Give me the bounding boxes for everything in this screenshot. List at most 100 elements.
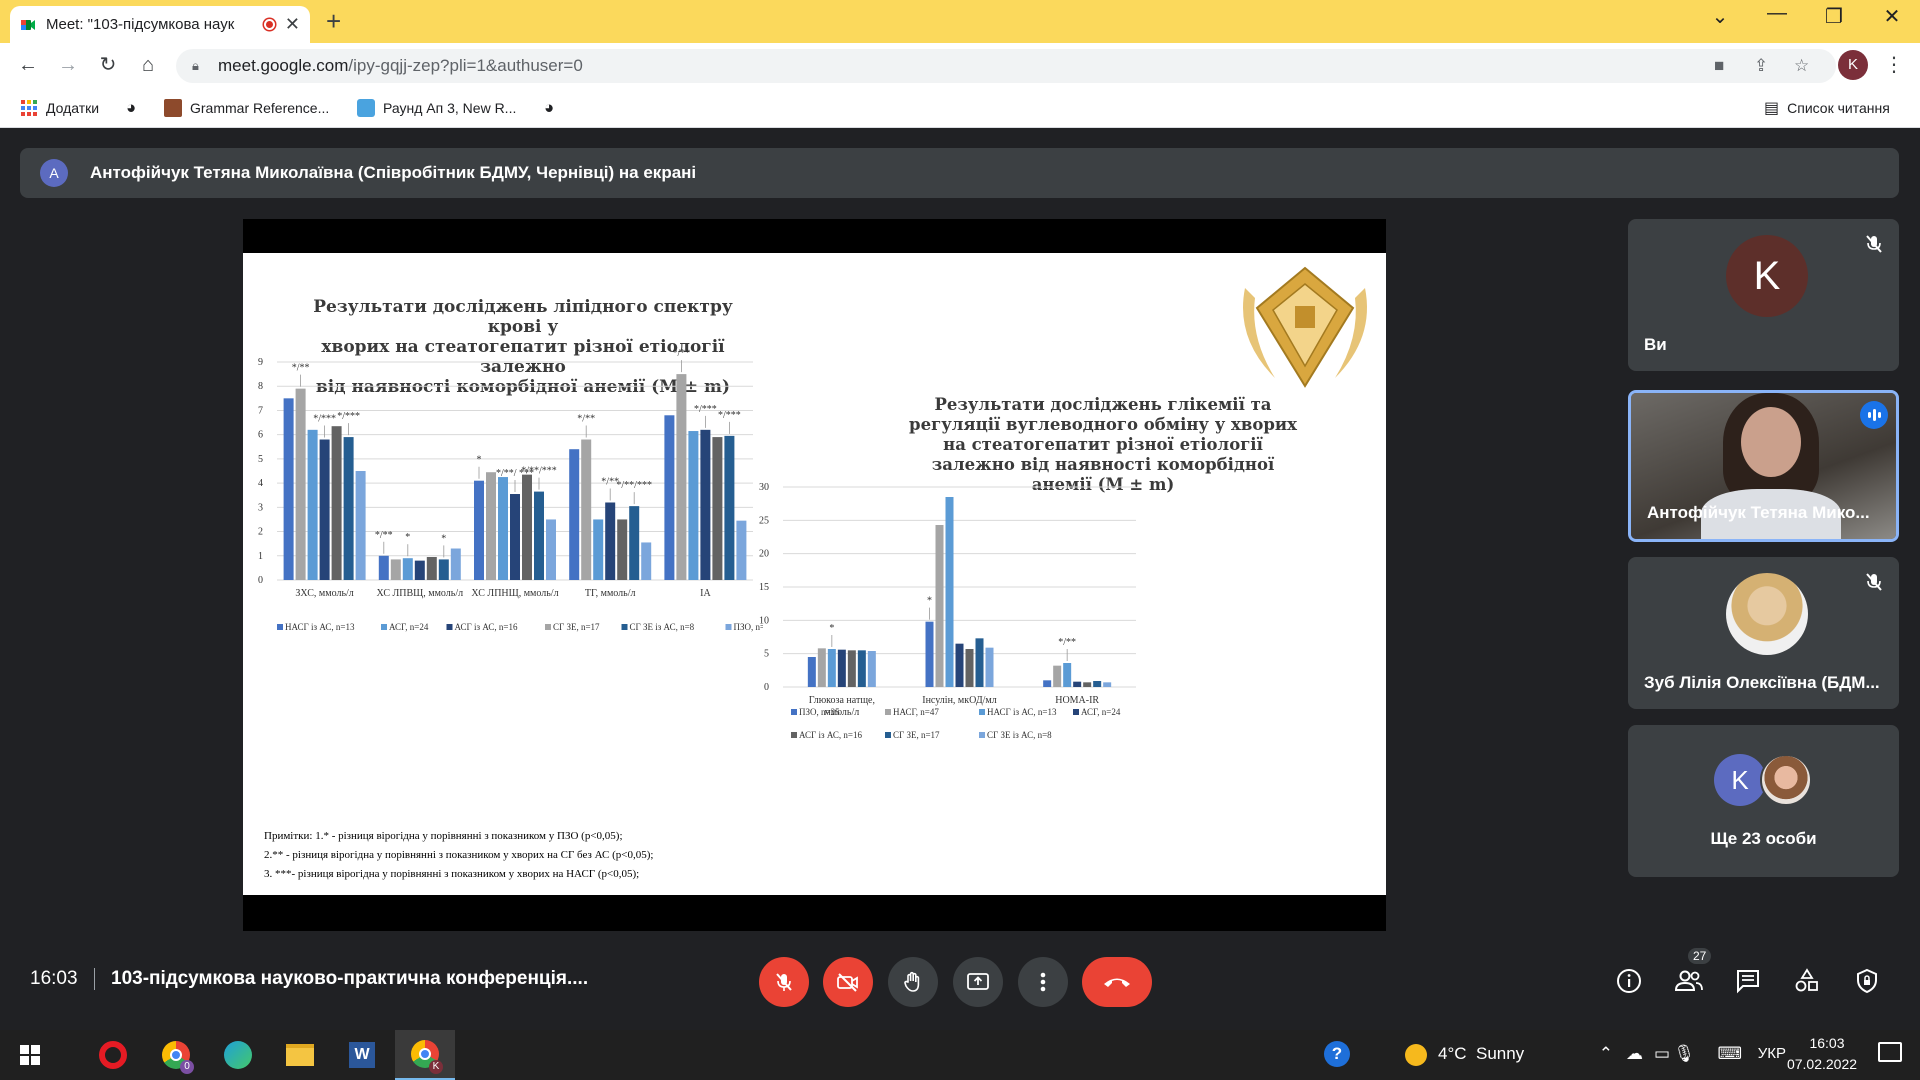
address-bar[interactable]: 🔒︎ meet.google.com/ipy-gqjj-zep?pli=1&au… bbox=[176, 49, 1836, 83]
y-tick-label: 30 bbox=[759, 482, 769, 493]
present-screen-button[interactable] bbox=[953, 957, 1003, 1007]
legend-label: СГ ЗЕ, n=17 bbox=[553, 622, 600, 632]
y-tick-label: 0 bbox=[258, 575, 263, 586]
taskbar-chrome-profile[interactable]: 0 bbox=[146, 1030, 206, 1080]
bar bbox=[569, 449, 580, 580]
meeting-details-button[interactable] bbox=[1614, 966, 1644, 996]
more-options-button[interactable] bbox=[1018, 957, 1068, 1007]
legend-label: НАСГ із АС, n=13 bbox=[987, 707, 1057, 717]
profile-avatar[interactable]: K bbox=[1838, 50, 1868, 80]
bar bbox=[331, 426, 342, 580]
bar bbox=[1103, 682, 1112, 687]
participants-button[interactable] bbox=[1674, 966, 1704, 996]
bookmark-roundup[interactable]: Раунд Ап 3, New R... bbox=[357, 88, 516, 128]
legend-label: АСГ, n=24 bbox=[1081, 707, 1121, 717]
bar bbox=[498, 477, 508, 580]
hand-icon bbox=[904, 971, 920, 992]
bar bbox=[712, 437, 723, 580]
taskbar-opera[interactable] bbox=[83, 1030, 143, 1080]
bar bbox=[688, 431, 699, 580]
start-button[interactable] bbox=[0, 1030, 60, 1080]
bar bbox=[1083, 682, 1092, 687]
camera-toggle-button[interactable] bbox=[823, 957, 873, 1007]
browser-tab-meet[interactable]: Meet: "103-підсумкова наук ✕ bbox=[10, 6, 310, 43]
globe-icon: ◕ bbox=[544, 98, 555, 117]
presenter-text: Антофійчук Тетяна Миколаївна (Співробітн… bbox=[90, 163, 697, 182]
tray-chevron-icon[interactable]: ⌃ bbox=[1599, 1044, 1613, 1064]
tab-search-chevron-icon[interactable]: ⌄ bbox=[1700, 4, 1740, 29]
clock-date[interactable]: 07.02.2022 bbox=[1782, 1056, 1862, 1072]
bar bbox=[522, 474, 532, 580]
close-window-button[interactable]: ✕ bbox=[1872, 4, 1912, 29]
title-line: Результати досліджень глікемії та bbox=[934, 395, 1272, 414]
onedrive-cloud-icon[interactable]: ☁ bbox=[1626, 1044, 1643, 1064]
reading-list[interactable]: ▤ Список читання bbox=[1764, 88, 1890, 128]
help-icon[interactable]: ? bbox=[1324, 1041, 1350, 1067]
folder-icon bbox=[286, 1044, 314, 1066]
new-tab-button[interactable]: + bbox=[326, 7, 341, 35]
bar bbox=[925, 621, 934, 687]
bar bbox=[807, 657, 816, 687]
legend-label: ПЗО, n=25 bbox=[799, 707, 840, 717]
back-button[interactable]: ← bbox=[14, 51, 42, 79]
participant-tile-speaking[interactable]: Антофійчук Тетяна Мико... bbox=[1628, 390, 1899, 542]
bar bbox=[343, 437, 354, 580]
bar bbox=[414, 560, 425, 580]
participant-tile-self[interactable]: K Ви bbox=[1628, 219, 1899, 371]
tab-close-icon[interactable]: ✕ bbox=[285, 14, 300, 35]
chat-button[interactable] bbox=[1733, 966, 1763, 996]
taskbar-chrome-active[interactable]: K bbox=[395, 1030, 455, 1080]
clock-time[interactable]: 16:03 bbox=[1792, 1035, 1862, 1051]
y-tick-label: 20 bbox=[759, 549, 769, 560]
others-avatar-k: K bbox=[1714, 754, 1766, 806]
divider bbox=[94, 968, 95, 990]
home-button[interactable]: ⌂ bbox=[134, 51, 162, 79]
network-icon[interactable]: ▭ bbox=[1654, 1044, 1670, 1064]
participant-tile-zub[interactable]: Зуб Лілія Олексіївна (БДМ... bbox=[1628, 557, 1899, 709]
forward-button[interactable]: → bbox=[54, 51, 82, 79]
bar bbox=[1073, 681, 1082, 687]
bookmark-globe-2[interactable]: ◕ bbox=[544, 88, 554, 128]
bar bbox=[617, 519, 628, 580]
legend-label: НАСГ, n=47 bbox=[893, 707, 939, 717]
note-line: 2.** - різниця вірогідна у порівнянні з … bbox=[264, 849, 654, 861]
leave-call-button[interactable] bbox=[1082, 957, 1152, 1007]
legend-label: АСГ із АС, n=16 bbox=[455, 622, 518, 632]
participant-tile-others[interactable]: K Ще 23 особи bbox=[1628, 725, 1899, 877]
minimize-button[interactable]: — bbox=[1757, 2, 1797, 25]
reload-button[interactable]: ↻ bbox=[94, 51, 122, 79]
bookmark-globe[interactable]: ◕ bbox=[126, 88, 136, 128]
menu-kebab-icon[interactable]: ⋮ bbox=[1880, 51, 1908, 79]
taskbar-explorer[interactable] bbox=[270, 1030, 330, 1080]
taskbar-word[interactable]: W bbox=[332, 1030, 392, 1080]
annotation-label: */** bbox=[292, 363, 310, 374]
activities-button[interactable] bbox=[1792, 966, 1822, 996]
bar bbox=[945, 497, 954, 687]
weather-text[interactable]: 4°C Sunny bbox=[1438, 1044, 1578, 1064]
microphone-icon[interactable]: 🎙︎ bbox=[1673, 1044, 1695, 1064]
y-tick-label: 5 bbox=[258, 454, 263, 465]
legend-label: АСГ із АС, n=16 bbox=[799, 730, 862, 740]
share-icon[interactable]: ⇪ bbox=[1754, 49, 1768, 83]
reading-list-icon: ▤ bbox=[1764, 100, 1780, 117]
info-icon bbox=[1617, 969, 1641, 993]
annotation-label: * bbox=[927, 596, 932, 607]
legend-label: НАСГ із АС, n=13 bbox=[285, 622, 355, 632]
bar bbox=[581, 439, 592, 580]
legend-swatch bbox=[885, 732, 891, 738]
bar bbox=[450, 548, 461, 580]
keyboard-icon[interactable]: ⌨ bbox=[1717, 1044, 1742, 1064]
taskbar-edge[interactable] bbox=[208, 1030, 268, 1080]
camera-icon[interactable]: ■ bbox=[1714, 49, 1724, 83]
annotation-label: * bbox=[829, 623, 834, 634]
mic-toggle-button[interactable] bbox=[759, 957, 809, 1007]
notifications-icon[interactable] bbox=[1878, 1042, 1902, 1062]
title-line: регуляції вуглеводного обміну у хворих bbox=[909, 415, 1297, 434]
maximize-button[interactable]: ❐ bbox=[1814, 4, 1854, 29]
bookmark-apps[interactable]: Додатки bbox=[20, 88, 99, 128]
raise-hand-button[interactable] bbox=[888, 957, 938, 1007]
legend-swatch bbox=[885, 709, 891, 715]
host-controls-button[interactable] bbox=[1852, 966, 1882, 996]
bookmark-grammar[interactable]: Grammar Reference... bbox=[164, 88, 329, 128]
bookmark-star-icon[interactable]: ☆ bbox=[1794, 49, 1809, 83]
